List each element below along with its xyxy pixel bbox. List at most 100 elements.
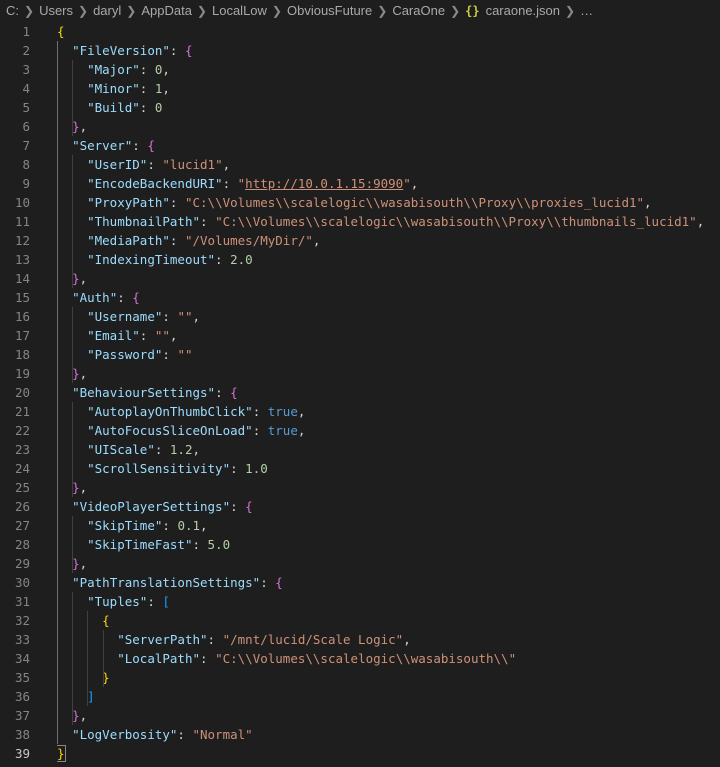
chevron-right-icon: ❯ [196,4,207,18]
code-text: }, [57,117,720,136]
code-line[interactable]: 35 } [0,668,720,687]
code-line[interactable]: 6 }, [0,117,720,136]
indent-guide [72,516,74,573]
code-line[interactable]: 10 "ProxyPath": "C:\\Volumes\\scalelogic… [0,193,720,212]
code-token: : [139,328,155,343]
code-token: : [230,461,246,476]
code-line[interactable]: 8 "UserID": "lucid1", [0,155,720,174]
breadcrumb-drive[interactable]: C: [6,3,19,18]
code-line[interactable]: 18 "Password": "" [0,345,720,364]
code-line[interactable]: 36 ] [0,687,720,706]
code-line[interactable]: 5 "Build": 0 [0,98,720,117]
code-token: "SkipTimeFast" [87,537,193,552]
code-token: "SkipTime" [87,518,163,533]
code-token: "/mnt/lucid/Scale Logic" [222,632,404,647]
breadcrumb-users[interactable]: Users [39,3,73,18]
code-line[interactable]: 3 "Major": 0, [0,60,720,79]
code-line[interactable]: 32 { [0,611,720,630]
breadcrumb-caraone[interactable]: CaraOne [392,3,445,18]
code-line[interactable]: 34 "LocalPath": "C:\\Volumes\\scalelogic… [0,649,720,668]
code-text: }, [57,554,720,573]
code-line[interactable]: 20 "BehaviourSettings": { [0,383,720,402]
code-text: "BehaviourSettings": { [57,383,720,402]
chevron-right-icon: ❯ [78,4,89,18]
code-line[interactable]: 26 "VideoPlayerSettings": { [0,497,720,516]
code-token: : [139,81,155,96]
breadcrumb-appdata[interactable]: AppData [141,3,192,18]
code-line[interactable]: 17 "Email": "", [0,326,720,345]
code-line[interactable]: 19 }, [0,364,720,383]
code-line[interactable]: 28 "SkipTimeFast": 5.0 [0,535,720,554]
line-number: 13 [14,252,30,267]
breadcrumb-daryl[interactable]: daryl [93,3,121,18]
code-token: "ScrollSensitivity" [87,461,231,476]
code-line[interactable]: 9 "EncodeBackendURI": "http://10.0.1.15:… [0,174,720,193]
indent-guide [102,630,104,687]
line-number: 26 [14,499,30,514]
code-text: "SkipTimeFast": 5.0 [57,535,720,554]
code-token: , [162,81,170,96]
code-token: "lucid1" [162,157,223,172]
code-text: "MediaPath": "/Volumes/MyDir/", [57,231,720,250]
code-text: { [57,611,720,630]
breadcrumb-locallow[interactable]: LocalLow [212,3,267,18]
code-token: , [192,309,201,324]
code-text: }, [57,706,720,725]
code-line[interactable]: 7 "Server": { [0,136,720,155]
indent-guide [87,611,89,706]
code-line[interactable]: 11 "ThumbnailPath": "C:\\Volumes\\scalel… [0,212,720,231]
code-token: "Server" [72,138,133,153]
code-line[interactable]: 33 "ServerPath": "/mnt/lucid/Scale Logic… [0,630,720,649]
breadcrumb-symbols[interactable]: … [580,3,593,18]
code-token: "Normal" [192,727,253,742]
code-line[interactable]: 27 "SkipTime": 0.1, [0,516,720,535]
code-line[interactable]: 22 "AutoFocusSliceOnLoad": true, [0,421,720,440]
code-token: true [267,423,298,438]
code-token: , [79,556,88,571]
code-token: "ThumbnailPath" [87,214,200,229]
code-line[interactable]: 39} [0,744,720,763]
code-token: : [222,176,238,191]
code-line[interactable]: 12 "MediaPath": "/Volumes/MyDir/", [0,231,720,250]
code-line[interactable]: 4 "Minor": 1, [0,79,720,98]
code-line[interactable]: 37 }, [0,706,720,725]
code-line[interactable]: 14 }, [0,269,720,288]
code-line[interactable]: 25 }, [0,478,720,497]
code-line[interactable]: 15 "Auth": { [0,288,720,307]
code-text: "ThumbnailPath": "C:\\Volumes\\scalelogi… [57,212,720,231]
code-line[interactable]: 38 "LogVerbosity": "Normal" [0,725,720,744]
line-number: 20 [14,385,30,400]
code-line[interactable]: 23 "UIScale": 1.2, [0,440,720,459]
code-line[interactable]: 30 "PathTranslationSettings": { [0,573,720,592]
code-token: , [79,480,88,495]
line-number: 11 [14,214,30,229]
code-text: "ProxyPath": "C:\\Volumes\\scalelogic\\w… [57,193,720,212]
chevron-right-icon: ❯ [24,4,35,18]
code-token: , [169,328,178,343]
code-token: "/Volumes/MyDir/" [184,233,313,248]
code-text: "UserID": "lucid1", [57,155,720,174]
code-line[interactable]: 1{ [0,22,720,41]
line-number: 25 [14,480,30,495]
line-number: 21 [14,404,30,419]
code-line[interactable]: 13 "IndexingTimeout": 2.0 [0,250,720,269]
line-number: 9 [22,176,30,191]
code-token: "VideoPlayerSettings" [72,499,231,514]
code-line[interactable]: 16 "Username": "", [0,307,720,326]
line-number: 18 [14,347,30,362]
code-line[interactable]: 2 "FileVersion": { [0,41,720,60]
code-text: "PathTranslationSettings": { [57,573,720,592]
breadcrumb-obviousfuture[interactable]: ObviousFuture [287,3,372,18]
code-line[interactable]: 21 "AutoplayOnThumbClick": true, [0,402,720,421]
code-token: true [267,404,298,419]
breadcrumb-file[interactable]: caraone.json [486,3,560,18]
code-editor[interactable]: 1{2 "FileVersion": {3 "Major": 0, 4 "Mino… [0,22,720,767]
code-token: , [79,708,88,723]
code-token: "Username" [87,309,163,324]
code-line[interactable]: 24 "ScrollSensitivity": 1.0 [0,459,720,478]
code-token: , [644,195,652,210]
code-token: "UIScale" [87,442,155,457]
code-line[interactable]: 29 }, [0,554,720,573]
code-line[interactable]: 31 "Tuples": [ [0,592,720,611]
code-token: "MediaPath" [87,233,170,248]
